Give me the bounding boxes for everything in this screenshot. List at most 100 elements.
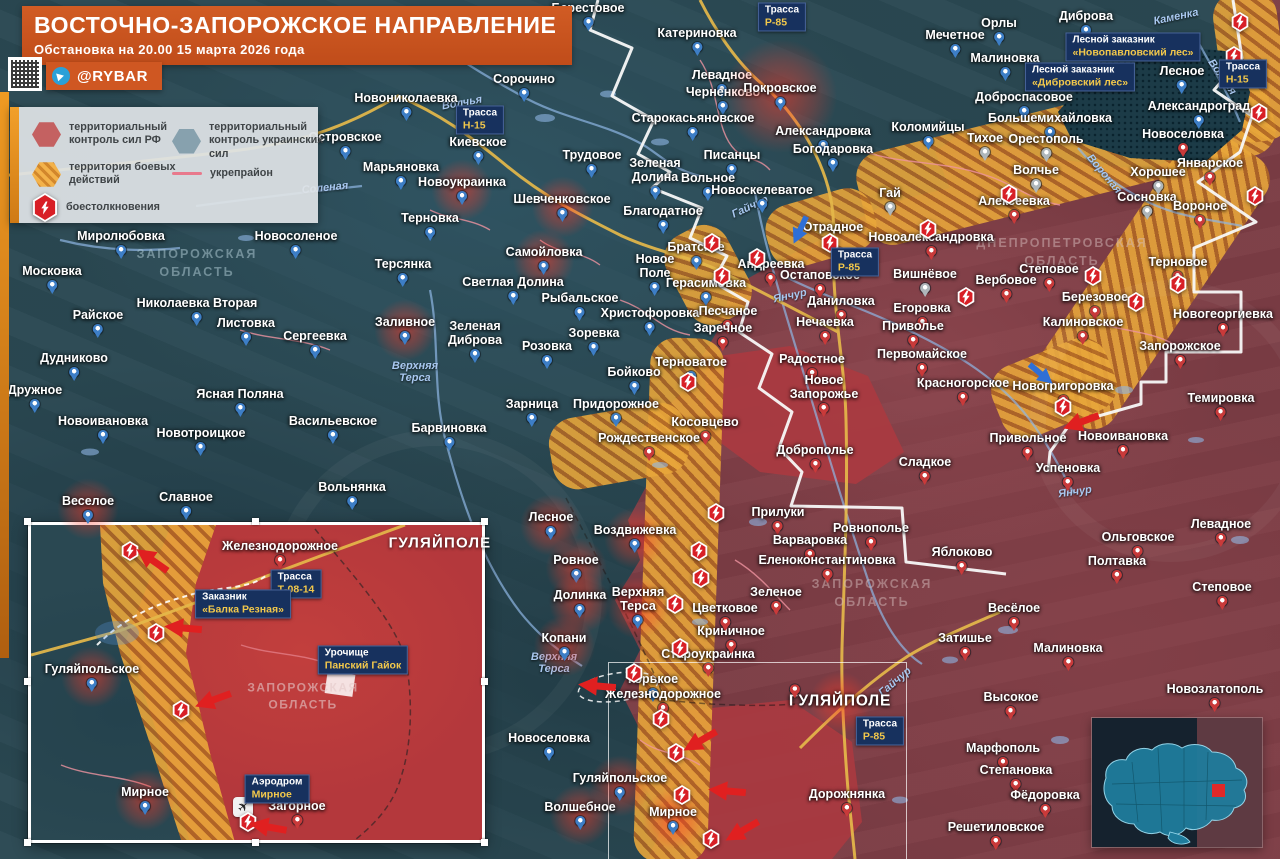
- town-marker: [401, 107, 411, 117]
- town: Приволье: [882, 319, 944, 345]
- town-label: Лесное: [1159, 64, 1205, 78]
- town-label: Ясная Поляна: [196, 387, 284, 401]
- town-marker: [916, 363, 927, 373]
- town-marker: [542, 355, 552, 365]
- town-label: Новоселовка: [1142, 127, 1224, 141]
- town-label: Привольное: [989, 431, 1067, 445]
- town-label: Железнодорожное: [605, 687, 721, 701]
- town-label: Сергеевка: [283, 329, 347, 343]
- town-label: Коломийцы: [891, 120, 965, 134]
- town: Придорожное: [573, 397, 659, 423]
- town-label: Гуляйпольское: [44, 662, 140, 676]
- town-label: Герасимовка: [665, 276, 747, 290]
- town-marker: [98, 430, 108, 440]
- town-marker: [558, 647, 569, 657]
- town: Новоивановка: [1078, 429, 1168, 455]
- town-label: Терновка: [401, 211, 459, 225]
- town: Затишье: [938, 631, 992, 657]
- town: Цветковое: [692, 601, 758, 627]
- town-label: Самойловка: [505, 245, 583, 259]
- town-marker: [772, 521, 783, 531]
- town: Московка: [22, 264, 82, 290]
- town-marker: [1044, 278, 1054, 288]
- clash-icon: [703, 233, 721, 253]
- town-label: Волчье: [1013, 163, 1059, 177]
- town-marker: [582, 17, 593, 27]
- town-label: Варваровка: [772, 533, 848, 547]
- channel-name: @RYBAR: [77, 67, 149, 85]
- town: Новое Запорожье: [790, 373, 858, 413]
- town: Лесное: [520, 494, 582, 557]
- town: Нечаевка: [796, 315, 854, 341]
- legend-label: боестолкновения: [66, 200, 160, 213]
- edge-accent-bar: [0, 92, 9, 658]
- town-marker: [508, 291, 518, 301]
- town-marker: [765, 273, 776, 283]
- town: Миролюбовка: [77, 229, 165, 255]
- town: Райское: [73, 308, 123, 334]
- town-label: Песчаное: [698, 304, 758, 318]
- town-label: Марфополь: [965, 741, 1041, 755]
- town: Фёдоровка: [1010, 788, 1080, 814]
- town-marker: [610, 413, 621, 423]
- town-label: Старокасьяновское: [631, 111, 755, 125]
- town-marker: [140, 801, 150, 811]
- legend-label: укрепрайон: [210, 167, 273, 179]
- town-marker: [1217, 323, 1228, 333]
- town: Железнодорожное: [222, 539, 338, 565]
- town-marker: [650, 186, 660, 196]
- clash-icon: [147, 623, 165, 643]
- town: Новогеоргиевка: [1173, 307, 1273, 333]
- town-label: Новогеоргиевка: [1173, 307, 1273, 321]
- rf-control-icon: [32, 122, 61, 147]
- town-label: Новоселовка: [508, 731, 590, 745]
- header-banner: ВОСТОЧНО-ЗАПОРОЖСКОЕ НАПРАВЛЕНИЕ Обстано…: [22, 6, 573, 65]
- ua-control-icon: [172, 128, 201, 154]
- clash-icon: [702, 829, 720, 849]
- town-label: Васильевское: [288, 414, 378, 428]
- town-marker: [957, 561, 967, 571]
- town: Полтавка: [1088, 554, 1146, 580]
- town-label: Большемихайловка: [988, 111, 1112, 125]
- town-label: Киевское: [449, 135, 507, 149]
- town-marker: [789, 684, 800, 695]
- town-marker: [1178, 143, 1188, 153]
- clash-icon: [1127, 292, 1145, 312]
- town-marker: [960, 647, 970, 657]
- town: Еленоконстантиновка: [759, 553, 896, 579]
- town: Мирное: [114, 769, 176, 832]
- rf-advance-arrow: [191, 683, 234, 717]
- town-label: Березовое: [1061, 290, 1129, 304]
- combat-zone-icon: [32, 162, 61, 187]
- town: Яблоково: [932, 545, 992, 571]
- town-label: Первомайское: [877, 347, 967, 361]
- rybar-channel-badge: @RYBAR: [46, 62, 163, 90]
- river-label: Верхняя Терса: [391, 360, 439, 384]
- town: Малиновка: [1033, 641, 1103, 667]
- town: Старокасьяновское: [631, 111, 755, 137]
- town-marker: [668, 821, 678, 831]
- town-marker: [1009, 617, 1019, 627]
- town-label: Степовое: [1192, 580, 1252, 594]
- clash-icon: [1084, 266, 1102, 286]
- inset-region-label: ЗАПОРОЖСКАЯ ОБЛАСТЬ: [247, 680, 359, 712]
- town-label: Мирное: [649, 805, 697, 819]
- town-label: Степановка: [979, 763, 1053, 777]
- clash-icon: [121, 541, 139, 561]
- route-badge: Трасса Р-85: [855, 716, 905, 746]
- town-label: Новоивановка: [1077, 429, 1169, 443]
- town-marker: [923, 136, 933, 146]
- town-label: Светлая Долина: [462, 275, 564, 289]
- town: ГУЛЯЙПОЛЕ: [789, 671, 891, 734]
- town: Высокое: [984, 690, 1038, 716]
- town: Новосоленое: [255, 229, 337, 255]
- town: Новоскелеватое: [711, 183, 813, 209]
- town-marker: [574, 816, 585, 826]
- town-label: Приволье: [882, 319, 944, 333]
- town-marker: [235, 403, 245, 413]
- town-label: Благодатное: [623, 204, 703, 218]
- town-marker: [885, 202, 895, 212]
- town-marker: [725, 640, 736, 650]
- town-marker: [69, 367, 79, 377]
- town-label: Орлы: [981, 16, 1017, 30]
